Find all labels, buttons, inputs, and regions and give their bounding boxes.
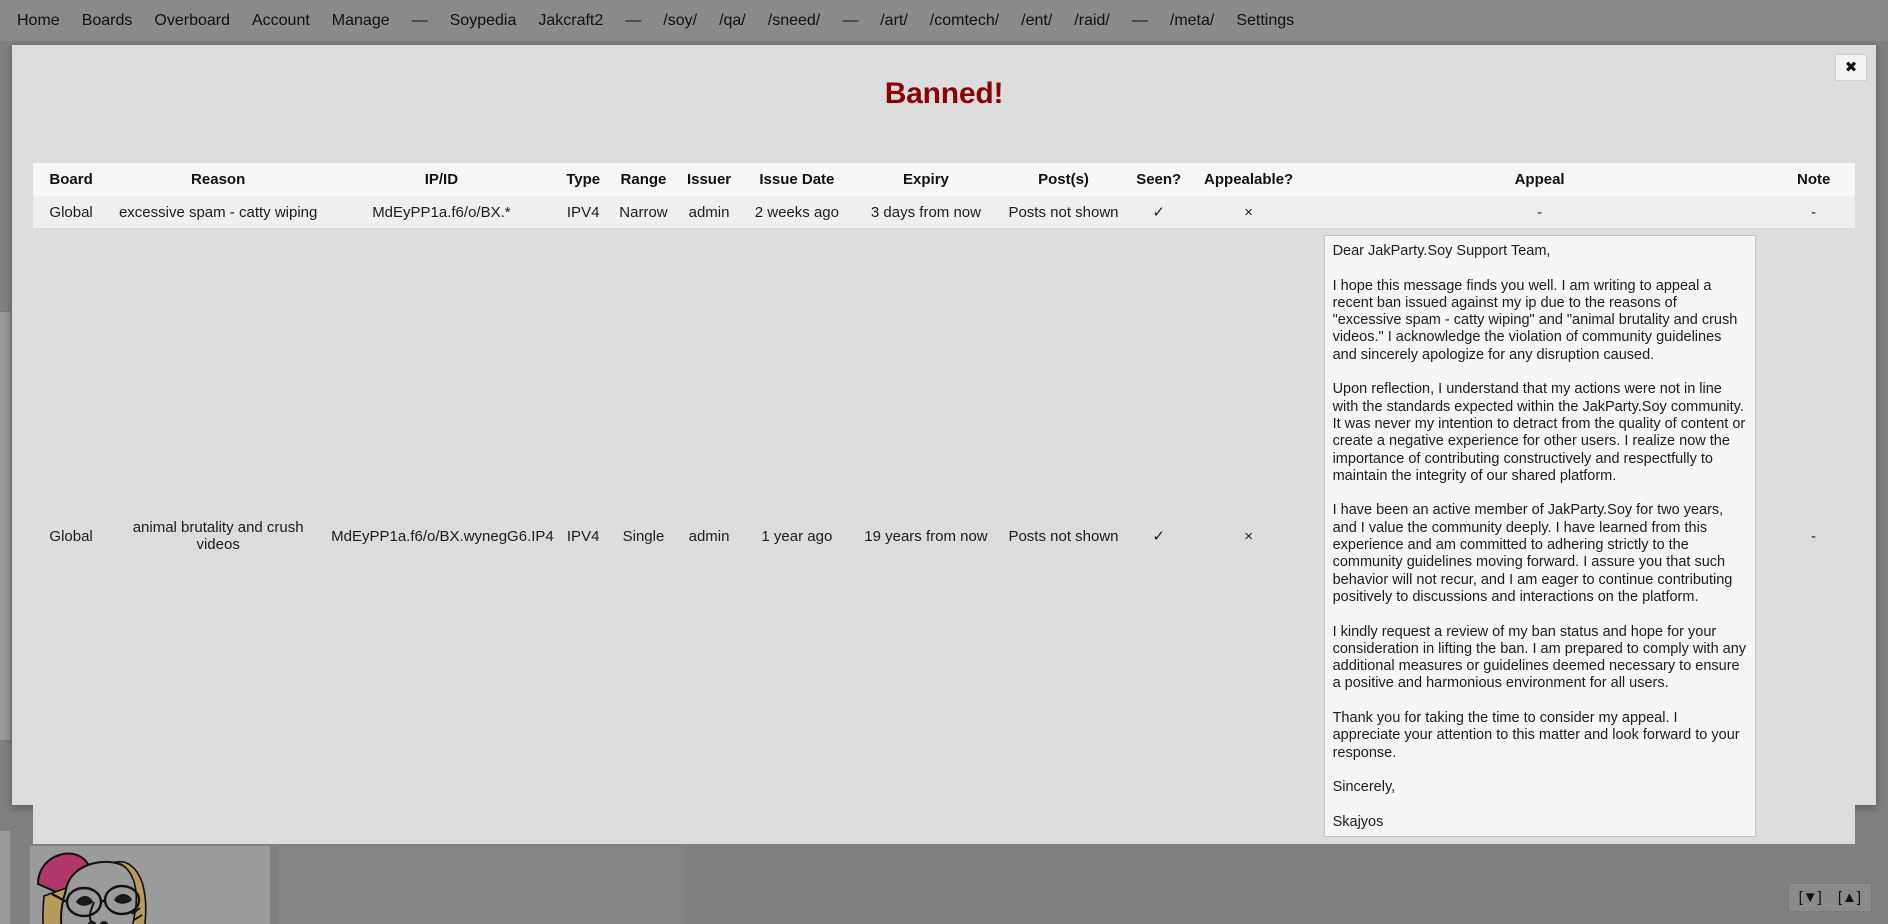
nav-settings[interactable]: Settings	[1225, 0, 1305, 41]
nav-home[interactable]: Home	[6, 0, 71, 41]
cell-appealable: ×	[1190, 228, 1307, 844]
column-header-issuer: Issuer	[676, 163, 742, 196]
left-rail-decoration	[0, 311, 10, 741]
cell-posts: Posts not shown	[1000, 228, 1127, 844]
post-thumbnail-image[interactable]	[30, 846, 270, 924]
cell-issuer: admin	[676, 196, 742, 228]
nav-overboard[interactable]: Overboard	[143, 0, 241, 41]
nav-separator-3: —	[842, 12, 859, 29]
cell-board: Global	[33, 228, 110, 844]
nav-board-comtech[interactable]: /comtech/	[919, 0, 1010, 41]
nav-board-raid[interactable]: /raid/	[1063, 0, 1121, 41]
cell-issue-date: 1 year ago	[741, 228, 852, 844]
scroll-navigation: [▼] [▲]	[1787, 883, 1872, 912]
cell-note: -	[1772, 196, 1855, 228]
column-header-note: Note	[1772, 163, 1855, 196]
cell-seen: ✓	[1126, 228, 1191, 844]
nav-soypedia[interactable]: Soypedia	[439, 0, 528, 41]
column-header-ipid: IP/ID	[327, 163, 556, 196]
nav-board-soy[interactable]: /soy/	[652, 0, 708, 41]
column-header-appeal: Appeal	[1306, 163, 1773, 196]
scroll-to-top-button[interactable]: [▲]	[1838, 889, 1861, 906]
table-header-row: Board Reason IP/ID Type Range Issuer Iss…	[33, 163, 1855, 196]
column-header-posts: Post(s)	[1000, 163, 1127, 196]
nav-separator-4: —	[1131, 12, 1148, 29]
close-icon[interactable]: ✖	[1835, 54, 1867, 81]
nav-separator-1: —	[411, 12, 428, 29]
column-header-type: Type	[555, 163, 611, 196]
left-rail-bottom-decoration	[0, 831, 10, 924]
nav-account[interactable]: Account	[241, 0, 321, 41]
column-header-expiry: Expiry	[851, 163, 1001, 196]
cell-type: IPV4	[555, 228, 611, 844]
nav-jakcraft2[interactable]: Jakcraft2	[527, 0, 614, 41]
column-header-reason: Reason	[109, 163, 328, 196]
cell-range: Single	[610, 228, 677, 844]
nav-board-meta[interactable]: /meta/	[1159, 0, 1225, 41]
cell-ipid: MdEyPP1a.f6/o/BX.*	[327, 196, 556, 228]
post-body-placeholder	[278, 846, 684, 924]
nav-board-art[interactable]: /art/	[869, 0, 919, 41]
cell-issuer: admin	[676, 228, 742, 844]
cell-expiry: 19 years from now	[851, 228, 1001, 844]
column-header-board: Board	[33, 163, 110, 196]
cell-reason: animal brutality and crush videos	[109, 228, 328, 844]
top-navigation-bar: Home Boards Overboard Account Manage — Soypedi…	[0, 0, 1888, 41]
page-title: Banned!	[884, 77, 1004, 110]
table-row: Global excessive spam - catty wiping MdEyP…	[33, 196, 1855, 228]
bans-table: Board Reason IP/ID Type Range Issuer Iss…	[33, 163, 1855, 844]
cell-appeal: -	[1306, 196, 1773, 228]
cell-type: IPV4	[555, 196, 611, 228]
cell-expiry: 3 days from now	[851, 196, 1001, 228]
cell-board: Global	[33, 196, 110, 228]
scroll-to-bottom-button[interactable]: [▼]	[1799, 889, 1822, 906]
table-row: Global animal brutality and crush videos M…	[33, 228, 1855, 844]
cell-reason: excessive spam - catty wiping	[109, 196, 328, 228]
cell-note: -	[1772, 228, 1855, 844]
appeal-textarea[interactable]	[1323, 235, 1756, 837]
bans-table-header: Board Reason IP/ID Type Range Issuer Iss…	[33, 163, 1855, 196]
cell-range: Narrow	[610, 196, 677, 228]
cell-posts: Posts not shown	[1000, 196, 1127, 228]
nav-board-ent[interactable]: /ent/	[1010, 0, 1063, 41]
nav-boards[interactable]: Boards	[71, 0, 144, 41]
nav-board-qa[interactable]: /qa/	[708, 0, 757, 41]
bans-table-body: Global excessive spam - catty wiping MdEyP…	[33, 196, 1855, 844]
cell-appeal	[1306, 228, 1773, 844]
nav-manage[interactable]: Manage	[321, 0, 401, 41]
column-header-seen: Seen?	[1126, 163, 1191, 196]
nav-separator-2: —	[625, 12, 642, 29]
column-header-range: Range	[610, 163, 677, 196]
column-header-issue-date: Issue Date	[741, 163, 852, 196]
banned-modal: ✖ Banned! Board Reason IP/ID Type Range …	[12, 45, 1876, 844]
soyjak-face-illustration	[30, 846, 270, 924]
cell-seen: ✓	[1126, 196, 1191, 228]
column-header-appealable: Appealable?	[1190, 163, 1307, 196]
cell-issue-date: 2 weeks ago	[741, 196, 852, 228]
cell-appealable: ×	[1190, 196, 1307, 228]
cell-ipid: MdEyPP1a.f6/o/BX.wynegG6.IP4	[327, 228, 556, 844]
nav-board-sneed[interactable]: /sneed/	[757, 0, 831, 41]
